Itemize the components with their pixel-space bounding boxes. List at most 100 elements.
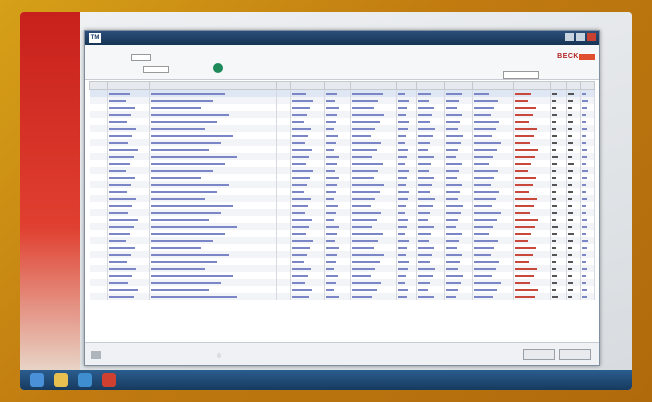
column-header[interactable] (289, 81, 326, 90)
column-header[interactable] (444, 81, 473, 90)
table-cell (580, 153, 595, 160)
table-cell (416, 202, 446, 209)
cell-text-placeholder (446, 204, 464, 207)
table-row[interactable] (89, 160, 595, 167)
field-value-2[interactable] (143, 66, 169, 73)
table-row[interactable] (89, 237, 595, 244)
cell-text-placeholder (150, 169, 213, 172)
browser-icon[interactable] (78, 373, 92, 387)
table-row[interactable] (89, 89, 595, 97)
table-row[interactable] (89, 216, 595, 223)
column-header[interactable] (275, 81, 291, 90)
table-row[interactable] (89, 97, 595, 104)
table-row[interactable] (89, 279, 595, 286)
cell-text-placeholder (150, 176, 201, 179)
table-cell (396, 132, 418, 139)
column-header[interactable] (148, 81, 277, 90)
footer-button-1[interactable] (523, 349, 555, 360)
table-cell (107, 244, 150, 251)
table-row[interactable] (89, 293, 595, 300)
table-cell (276, 272, 291, 279)
cell-text-placeholder (397, 295, 407, 298)
column-header[interactable] (513, 81, 552, 90)
table-cell (149, 216, 277, 223)
column-header[interactable] (89, 81, 109, 90)
column-header[interactable] (416, 81, 446, 90)
table-row[interactable] (89, 272, 595, 279)
table-cell (89, 118, 109, 125)
column-header[interactable] (471, 81, 515, 90)
table-row[interactable] (89, 286, 595, 293)
cell-text-placeholder (418, 169, 430, 172)
column-header[interactable] (395, 81, 418, 90)
table-row[interactable] (89, 265, 595, 272)
column-header[interactable] (107, 81, 150, 90)
close-button[interactable] (587, 33, 596, 41)
table-cell (149, 237, 277, 244)
cell-text-placeholder (515, 106, 537, 109)
table-cell (350, 195, 397, 202)
table-row[interactable] (89, 202, 595, 209)
table-cell (89, 174, 109, 181)
table-row[interactable] (89, 174, 595, 181)
column-header[interactable] (324, 81, 351, 90)
cell-text-placeholder (326, 295, 340, 298)
table-cell (89, 153, 109, 160)
table-cell (290, 153, 326, 160)
explorer-icon[interactable] (54, 373, 68, 387)
start-icon[interactable] (30, 373, 44, 387)
cell-text-placeholder (150, 288, 209, 291)
table-row[interactable] (89, 188, 595, 195)
filter-dropdown[interactable] (503, 71, 539, 79)
table-row[interactable] (89, 153, 595, 160)
field-value-1[interactable] (131, 54, 151, 61)
table-cell (416, 251, 446, 258)
table-row[interactable] (89, 251, 595, 258)
cell-text-placeholder (473, 246, 494, 249)
table-row[interactable] (89, 132, 595, 139)
table-row[interactable] (89, 244, 595, 251)
cell-text-placeholder (291, 204, 308, 207)
column-header[interactable] (580, 81, 595, 90)
table-cell (444, 104, 473, 111)
column-header[interactable] (566, 81, 582, 90)
table-row[interactable] (89, 104, 595, 111)
cell-text-placeholder (446, 99, 460, 102)
table-cell (444, 293, 473, 300)
table-cell (416, 118, 446, 125)
footer-button-2[interactable] (559, 349, 591, 360)
table-row[interactable] (89, 146, 595, 153)
refresh-icon[interactable] (213, 63, 223, 73)
table-cell (566, 167, 582, 174)
table-cell (472, 202, 515, 209)
table-row[interactable] (89, 167, 595, 174)
table-row[interactable] (89, 223, 595, 230)
column-header[interactable] (550, 81, 568, 90)
table-cell (149, 188, 277, 195)
table-row[interactable] (89, 139, 595, 146)
table-row[interactable] (89, 258, 595, 265)
column-header[interactable] (349, 81, 397, 90)
cell-text-placeholder (582, 197, 588, 200)
table-cell (580, 293, 595, 300)
table-row[interactable] (89, 230, 595, 237)
table-cell (550, 265, 568, 272)
table-row[interactable] (89, 111, 595, 118)
minimize-button[interactable] (565, 33, 574, 41)
cell-text-placeholder (326, 197, 335, 200)
cell-text-placeholder (109, 155, 135, 158)
table-row[interactable] (89, 209, 595, 216)
app-icon[interactable] (102, 373, 116, 387)
cell-text-placeholder (515, 155, 536, 158)
cell-text-placeholder (418, 141, 431, 144)
table-cell (472, 181, 515, 188)
table-row[interactable] (89, 181, 595, 188)
cell-text-placeholder (552, 246, 557, 249)
table-cell (396, 251, 418, 258)
table-row[interactable] (89, 125, 595, 132)
table-row[interactable] (89, 195, 595, 202)
table-row[interactable] (89, 118, 595, 125)
cell-text-placeholder (515, 267, 538, 270)
table-cell (513, 97, 552, 104)
maximize-button[interactable] (576, 33, 585, 41)
